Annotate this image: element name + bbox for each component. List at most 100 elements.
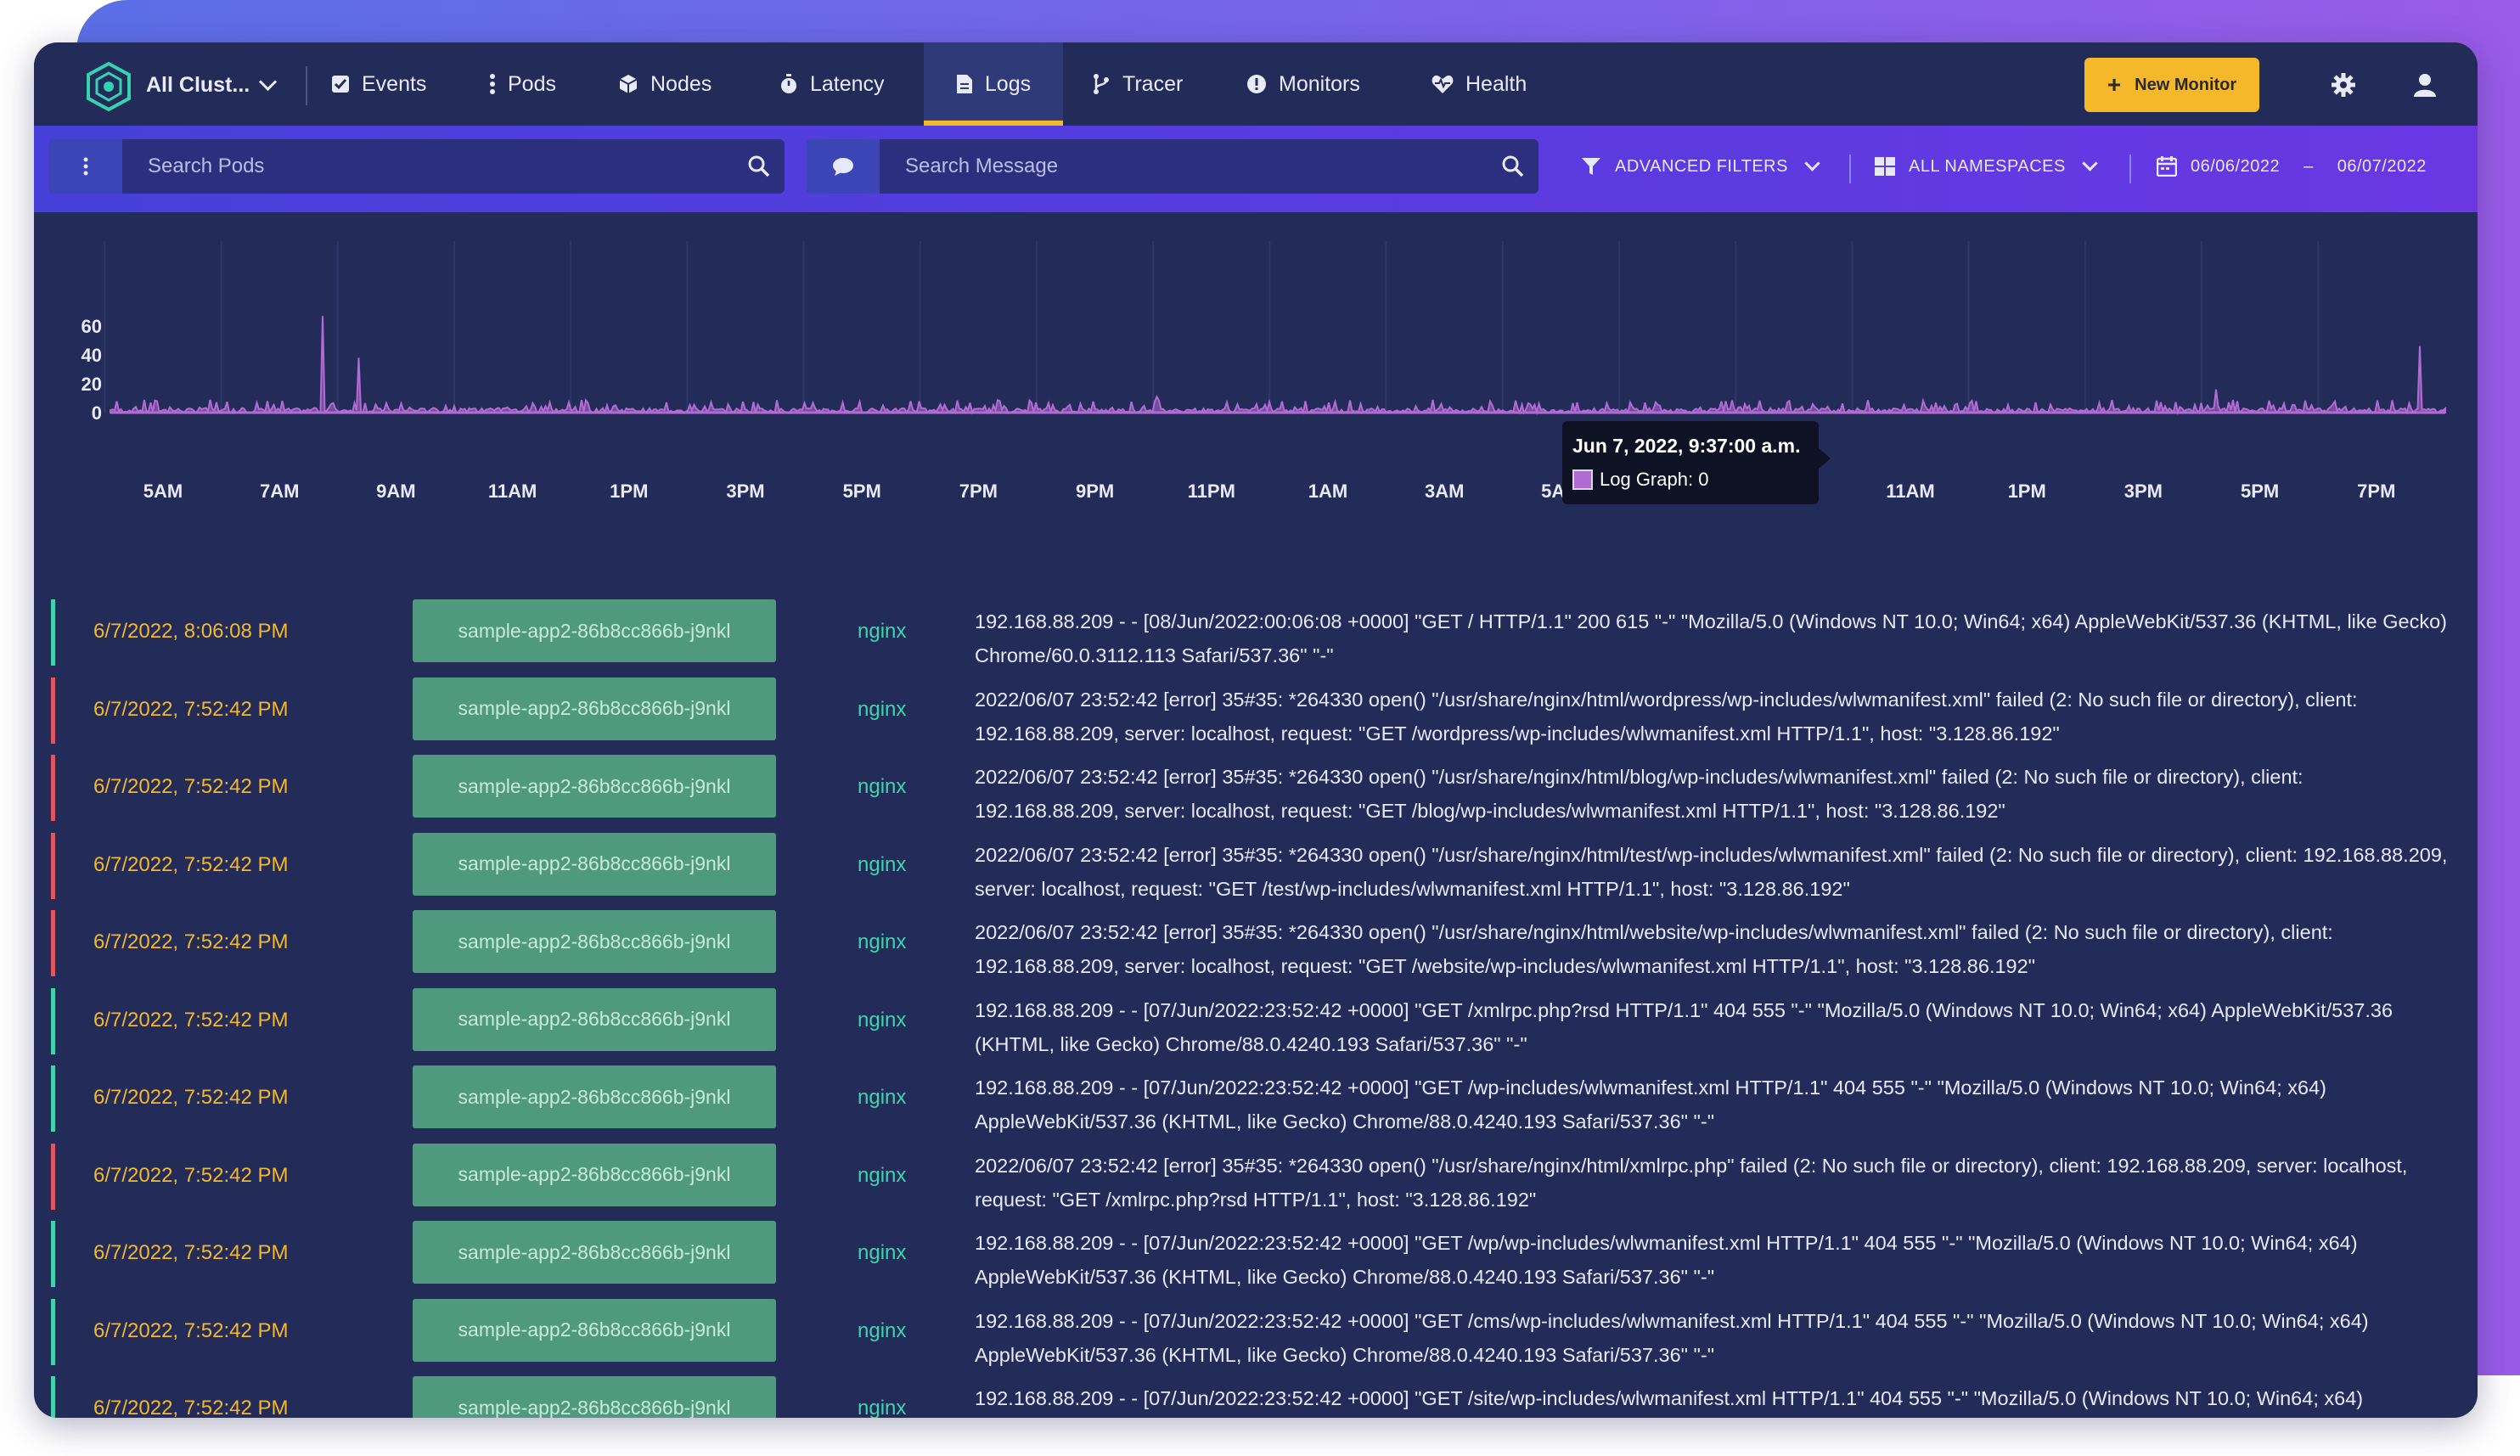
container-name[interactable]: nginx <box>858 698 906 722</box>
log-message: 192.168.88.209 - - [07/Jun/2022:23:52:42… <box>975 1309 2369 1366</box>
pod-name-badge[interactable]: sample-app2-86b8cc866b-j9nkl <box>413 599 776 662</box>
pod-name-badge[interactable]: sample-app2-86b8cc866b-j9nkl <box>413 755 776 818</box>
log-row[interactable]: 6/7/2022, 7:52:42 PM sample-app2-86b8cc86… <box>51 748 2462 823</box>
x-tick-label: 11AM <box>487 481 537 502</box>
nav-tracer[interactable]: Tracer <box>1092 42 1183 126</box>
date-from: 06/06/2022 <box>2191 156 2281 176</box>
message-filter-button[interactable] <box>807 139 880 194</box>
app-logo-icon[interactable] <box>83 61 134 112</box>
x-tick-label: 3PM <box>2123 481 2163 502</box>
gear-icon[interactable] <box>2325 66 2362 104</box>
pod-name-badge[interactable]: sample-app2-86b8cc866b-j9nkl <box>413 987 776 1051</box>
pod-name-badge[interactable]: sample-app2-86b8cc866b-j9nkl <box>413 677 776 740</box>
date-range-picker[interactable]: 06/06/2022 – 06/07/2022 <box>2157 139 2427 194</box>
log-message: 2022/06/07 23:52:42 [error] 35#35: *2643… <box>975 1154 2408 1211</box>
nav-monitors[interactable]: Monitors <box>1246 42 1360 126</box>
nav-events[interactable]: Events <box>331 42 426 126</box>
cube-icon <box>618 74 638 94</box>
nav-tracer-label: Tracer <box>1122 71 1184 96</box>
nav-monitors-label: Monitors <box>1279 71 1360 96</box>
cluster-selector[interactable]: All Clust... <box>146 68 278 102</box>
log-level-indicator <box>51 599 55 666</box>
container-name[interactable]: nginx <box>858 1164 906 1188</box>
container-name[interactable]: nginx <box>858 1319 906 1343</box>
log-level-indicator <box>51 1065 55 1132</box>
x-tick-label: 7PM <box>959 481 998 502</box>
x-tick-label: 11AM <box>1886 481 1935 502</box>
nav-pods-label: Pods <box>508 71 556 96</box>
new-monitor-button[interactable]: + New Monitor <box>2084 58 2259 112</box>
log-timestamp: 6/7/2022, 7:52:42 PM <box>93 1163 289 1187</box>
log-timestamp: 6/7/2022, 7:52:42 PM <box>93 1086 289 1109</box>
log-row[interactable]: 6/7/2022, 8:06:08 PM sample-app2-86b8cc86… <box>51 593 2462 667</box>
x-tick-label: 11PM <box>1187 481 1235 502</box>
log-row[interactable]: 6/7/2022, 7:52:42 PM sample-app2-86b8cc86… <box>51 671 2462 745</box>
pod-name-badge[interactable]: sample-app2-86b8cc866b-j9nkl <box>413 1065 776 1128</box>
pods-search <box>49 139 785 194</box>
log-level-indicator <box>51 755 55 821</box>
pod-name-badge[interactable]: sample-app2-86b8cc866b-j9nkl <box>413 1143 776 1206</box>
filter-divider <box>1849 155 1851 183</box>
info-circle-icon <box>1246 74 1267 94</box>
x-tick-label: 1PM <box>610 481 649 502</box>
x-tick-label: 9PM <box>1075 481 1115 502</box>
nav-latency[interactable]: Latency <box>779 42 885 126</box>
container-name[interactable]: nginx <box>858 620 906 644</box>
container-name[interactable]: nginx <box>858 1397 906 1418</box>
log-level-indicator <box>51 1376 55 1418</box>
nav-logs[interactable]: Logs <box>924 42 1063 126</box>
x-tick-label: 5PM <box>842 481 881 502</box>
pod-name-badge[interactable]: sample-app2-86b8cc866b-j9nkl <box>413 1376 776 1418</box>
search-icon[interactable] <box>734 155 785 177</box>
log-row[interactable]: 6/7/2022, 7:52:42 PM sample-app2-86b8cc86… <box>51 903 2462 978</box>
filter-bar: ADVANCED FILTERS ALL NAMESPACES 06/06/20… <box>34 126 2478 212</box>
log-row[interactable]: 6/7/2022, 7:52:42 PM sample-app2-86b8cc86… <box>51 1059 2462 1133</box>
log-graph-series <box>110 316 2446 416</box>
log-row[interactable]: 6/7/2022, 7:52:42 PM sample-app2-86b8cc86… <box>51 1137 2462 1211</box>
x-tick-label: 5PM <box>2240 481 2280 502</box>
chart-tooltip: Jun 7, 2022, 9:37:00 a.m. Log Graph: 0 <box>1562 421 1819 504</box>
nav-latency-label: Latency <box>810 71 885 96</box>
log-row[interactable]: 6/7/2022, 7:52:42 PM sample-app2-86b8cc86… <box>51 981 2462 1056</box>
nav-health[interactable]: Health <box>1432 42 1527 126</box>
container-name[interactable]: nginx <box>858 853 906 877</box>
log-row[interactable]: 6/7/2022, 7:52:42 PM sample-app2-86b8cc86… <box>51 1292 2462 1367</box>
app-window: All Clust... Events Pods Nodes Latency L… <box>34 42 2478 1418</box>
file-icon <box>956 74 973 94</box>
container-name[interactable]: nginx <box>858 1009 906 1032</box>
pod-name-badge[interactable]: sample-app2-86b8cc866b-j9nkl <box>413 910 776 973</box>
namespaces-dropdown[interactable]: ALL NAMESPACES <box>1875 139 2098 194</box>
tooltip-title: Jun 7, 2022, 9:37:00 a.m. <box>1572 435 1801 457</box>
advanced-filters-button[interactable]: ADVANCED FILTERS <box>1581 139 1820 194</box>
pods-menu-button[interactable] <box>49 139 122 194</box>
nav-pods[interactable]: Pods <box>489 42 556 126</box>
log-level-indicator <box>51 1298 55 1365</box>
x-tick-label: 7AM <box>259 481 300 502</box>
log-row[interactable]: 6/7/2022, 7:52:42 PM sample-app2-86b8cc86… <box>51 1369 2462 1418</box>
log-timestamp: 6/7/2022, 7:52:42 PM <box>93 1008 289 1032</box>
log-level-indicator <box>51 1221 55 1287</box>
x-tick-label: 7PM <box>2357 481 2396 502</box>
log-row[interactable]: 6/7/2022, 7:52:42 PM sample-app2-86b8cc86… <box>51 826 2462 901</box>
advanced-filters-label: ADVANCED FILTERS <box>1615 156 1788 176</box>
log-message: 192.168.88.209 - - [07/Jun/2022:23:52:42… <box>975 1387 2364 1409</box>
y-tick-label: 60 <box>81 316 102 337</box>
nav-events-label: Events <box>362 71 427 96</box>
nav-nodes[interactable]: Nodes <box>618 42 712 126</box>
container-name[interactable]: nginx <box>858 1241 906 1265</box>
pod-name-badge[interactable]: sample-app2-86b8cc866b-j9nkl <box>413 832 776 896</box>
cluster-selector-label: All Clust... <box>146 72 250 97</box>
log-timestamp: 6/7/2022, 7:52:42 PM <box>93 1318 289 1342</box>
user-avatar-icon[interactable] <box>2406 66 2444 104</box>
container-name[interactable]: nginx <box>858 1086 906 1110</box>
search-icon[interactable] <box>1488 155 1538 177</box>
log-timestamp: 6/7/2022, 7:52:42 PM <box>93 930 289 953</box>
container-name[interactable]: nginx <box>858 775 906 799</box>
pod-name-badge[interactable]: sample-app2-86b8cc866b-j9nkl <box>413 1298 776 1362</box>
container-name[interactable]: nginx <box>858 930 906 954</box>
log-row[interactable]: 6/7/2022, 7:52:42 PM sample-app2-86b8cc86… <box>51 1214 2462 1289</box>
pods-search-input[interactable] <box>122 140 734 193</box>
chevron-down-icon <box>2082 155 2098 171</box>
message-search-input[interactable] <box>880 140 1488 193</box>
pod-name-badge[interactable]: sample-app2-86b8cc866b-j9nkl <box>413 1221 776 1284</box>
